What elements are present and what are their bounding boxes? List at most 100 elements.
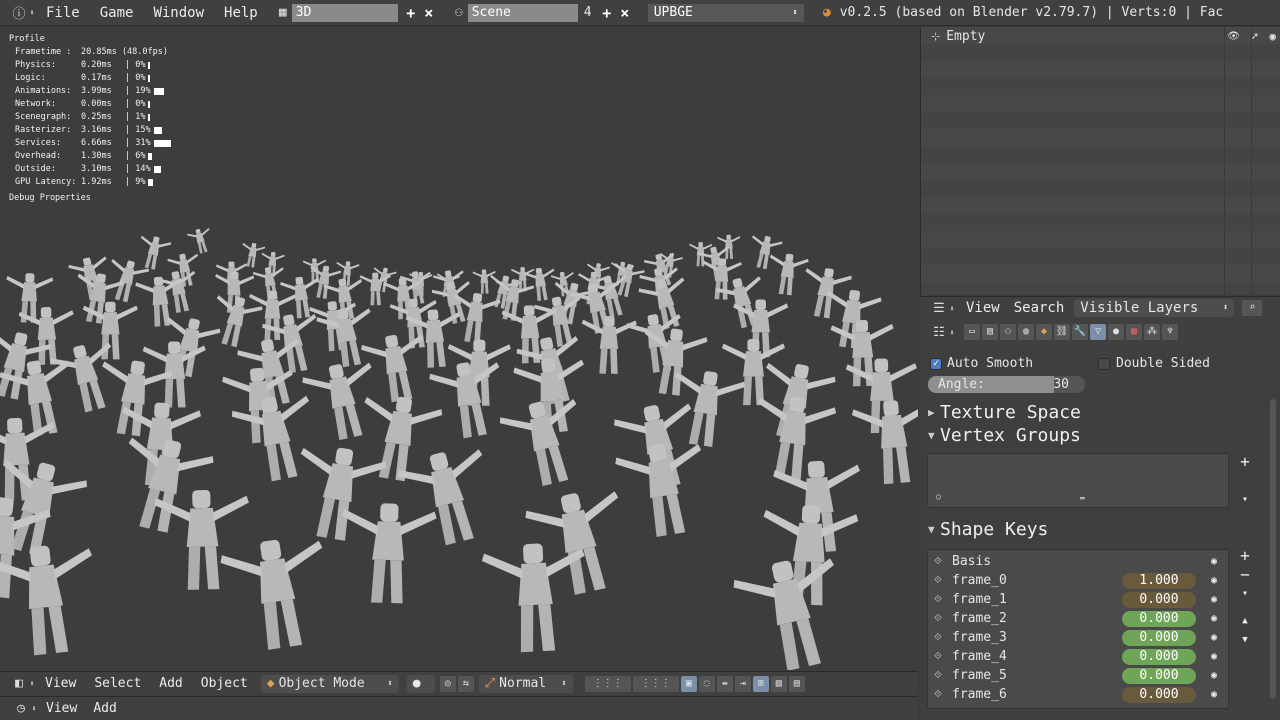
shape-key-row[interactable]: ⟐ frame_1 0.000 ◉ [934,590,1222,609]
scene-field[interactable]: Scene [467,3,578,22]
snap-icon[interactable]: ⇹ [716,675,733,692]
render-tab-icon[interactable]: ▭ [964,324,980,340]
menu-props-search[interactable]: Search [1010,300,1075,316]
shape-key-value[interactable]: 0.000 [1122,648,1196,665]
menu-timeline-view[interactable]: View [38,701,85,716]
material-tab-icon[interactable]: ● [1108,324,1124,340]
texture-tab-icon[interactable]: ▩ [1126,324,1142,340]
3d-viewport[interactable]: Profile Frametime : 20.85ms (48.0fps) Phys… [0,27,918,670]
properties-editor-icon[interactable]: ☷ [930,323,948,341]
auto-smooth-checkbox[interactable]: ✓ [930,357,942,370]
texture-space-panel-header[interactable]: ▶ Texture Space [928,402,1081,423]
vertex-group-specials-icon[interactable]: ▾ [1237,492,1253,508]
world-tab-icon[interactable]: ◍ [1018,324,1034,340]
screen-layout-field[interactable]: 3D [291,3,398,22]
shape-key-mute-eye-icon[interactable]: ◉ [1206,632,1222,643]
constraints-tab-icon[interactable]: ⛓ [1054,324,1070,340]
render-camera-toggle-icon[interactable]: ◉ [1269,30,1276,43]
particles-tab-icon[interactable]: ⁂ [1144,324,1160,340]
scene-tab-icon[interactable]: ⚇ [1000,324,1016,340]
add-vertex-group-button[interactable]: + [1237,454,1253,470]
outliner-editor-icon[interactable]: ☰ [930,299,948,317]
vertex-groups-panel-header[interactable]: ▼ Vertex Groups [928,425,1081,446]
shape-key-name[interactable]: frame_5 [952,668,1007,683]
render-camera-icon[interactable]: ▧ [770,675,787,692]
add-scene-button[interactable]: + [598,4,616,22]
shape-key-value[interactable]: 0.000 [1122,629,1196,646]
menu-add[interactable]: Add [150,676,191,691]
shape-key-mute-eye-icon[interactable]: ◉ [1206,556,1222,567]
shape-key-row[interactable]: ⟐ frame_0 1.000 ◉ [934,571,1222,590]
add-shape-key-button[interactable]: + [1237,548,1253,564]
double-sided-toggle[interactable]: Double Sided [1098,356,1210,371]
3d-view-editor-icon[interactable]: ◧ [10,675,28,693]
manipulator-icon[interactable]: ⇆ [457,675,474,692]
dropdown-arrows-icon[interactable]: ⬍ [948,323,956,341]
angle-slider[interactable]: Angle: 30 [928,376,1085,393]
display-mode-select[interactable]: Visible Layers ⬍ [1074,299,1235,317]
menu-timeline-add[interactable]: Add [85,701,124,716]
outliner[interactable]: ⊹ Empty 👁 ➚ ◉ [920,27,1280,295]
visibility-eye-icon[interactable]: 👁 [1227,31,1240,42]
mode-select[interactable]: ◆ Object Mode ⬍ [260,674,399,693]
shape-key-name[interactable]: frame_2 [952,611,1007,626]
shape-key-value[interactable]: 0.000 [1122,610,1196,627]
layer-grid-icon[interactable]: ⋮⋮⋮ [584,675,631,692]
timeline-editor-icon[interactable]: ◷ [12,700,30,718]
snap-target-icon[interactable]: ⊞ [752,675,769,692]
shape-key-row[interactable]: ⟐ frame_4 0.000 ◉ [934,647,1222,666]
double-sided-checkbox[interactable] [1098,357,1110,370]
shape-key-mute-eye-icon[interactable]: ◉ [1206,575,1222,586]
menu-window[interactable]: Window [143,5,214,21]
vertex-groups-list[interactable]: ○ ═ [927,453,1229,508]
shape-key-row[interactable]: ⟐ Basis ◉ [934,552,1222,571]
shape-key-mute-eye-icon[interactable]: ◉ [1206,670,1222,681]
menu-view[interactable]: View [36,676,85,691]
render-anim-icon[interactable]: ▤ [788,675,805,692]
shape-key-mute-eye-icon[interactable]: ◉ [1206,594,1222,605]
properties-scrollbar[interactable] [1270,399,1276,699]
shape-key-specials-icon[interactable]: ▾ [1237,586,1253,602]
shape-key-mute-eye-icon[interactable]: ◉ [1206,689,1222,700]
layer-grid2-icon[interactable]: ⋮⋮⋮ [632,675,679,692]
physics-tab-icon[interactable]: ♆ [1162,324,1178,340]
shape-keys-panel-header[interactable]: ▼ Shape Keys [928,519,1048,540]
move-shape-key-up-icon[interactable]: ▲ [1237,613,1253,629]
remove-shape-key-button[interactable]: − [1237,567,1253,583]
object-tab-icon[interactable]: ◆ [1036,324,1052,340]
shading-select[interactable]: ● [406,674,435,693]
shape-key-name[interactable]: frame_0 [952,573,1007,588]
shape-keys-list[interactable]: ⟐ Basis ◉ ⟐ frame_0 1.000 ◉ ⟐ frame_1 0.000 ◉ ⟐ fram… [927,549,1229,709]
shape-key-value[interactable]: 0.000 [1122,667,1196,684]
data-tab-icon[interactable]: ▽ [1090,324,1106,340]
search-icon[interactable]: ⌕ [1242,300,1263,316]
remove-screen-button[interactable]: × [420,4,438,22]
shape-key-row[interactable]: ⟐ frame_3 0.000 ◉ [934,628,1222,647]
menu-object[interactable]: Object [192,676,257,691]
dropdown-arrows-icon[interactable]: ⬍ [28,4,36,22]
shape-key-row[interactable]: ⟐ frame_5 0.000 ◉ [934,666,1222,685]
shape-key-value[interactable]: 1.000 [1122,572,1196,589]
snap-element-icon[interactable]: ⇥ [734,675,751,692]
engine-select[interactable]: UPBGE ⬍ [647,3,804,22]
scene-icon[interactable]: ⚇ [450,4,468,22]
shape-key-row[interactable]: ⟐ frame_2 0.000 ◉ [934,609,1222,628]
render-layers-tab-icon[interactable]: ▤ [982,324,998,340]
pivot-icon[interactable]: ◎ [439,675,456,692]
shape-key-name[interactable]: Basis [952,554,991,569]
orientation-select[interactable]: ⤢ Normal ⬍ [478,674,573,693]
add-screen-button[interactable]: + [402,4,420,22]
remove-scene-button[interactable]: × [616,4,634,22]
select-arrow-icon[interactable]: ➚ [1251,30,1258,43]
shape-key-name[interactable]: frame_4 [952,649,1007,664]
dropdown-arrows-icon[interactable]: ⬍ [30,700,38,718]
shape-key-value[interactable]: 0.000 [1122,686,1196,703]
menu-select[interactable]: Select [85,676,150,691]
list-resize-grip-icon[interactable]: ═ [1080,494,1085,503]
dropdown-arrows-icon[interactable]: ⬍ [948,299,956,317]
auto-smooth-toggle[interactable]: ✓ Auto Smooth [930,356,1033,371]
shape-key-mute-eye-icon[interactable]: ◉ [1206,651,1222,662]
shape-key-value[interactable]: 0.000 [1122,591,1196,608]
modifiers-tab-icon[interactable]: 🔧 [1072,324,1088,340]
dropdown-arrows-icon[interactable]: ⬍ [28,675,36,693]
